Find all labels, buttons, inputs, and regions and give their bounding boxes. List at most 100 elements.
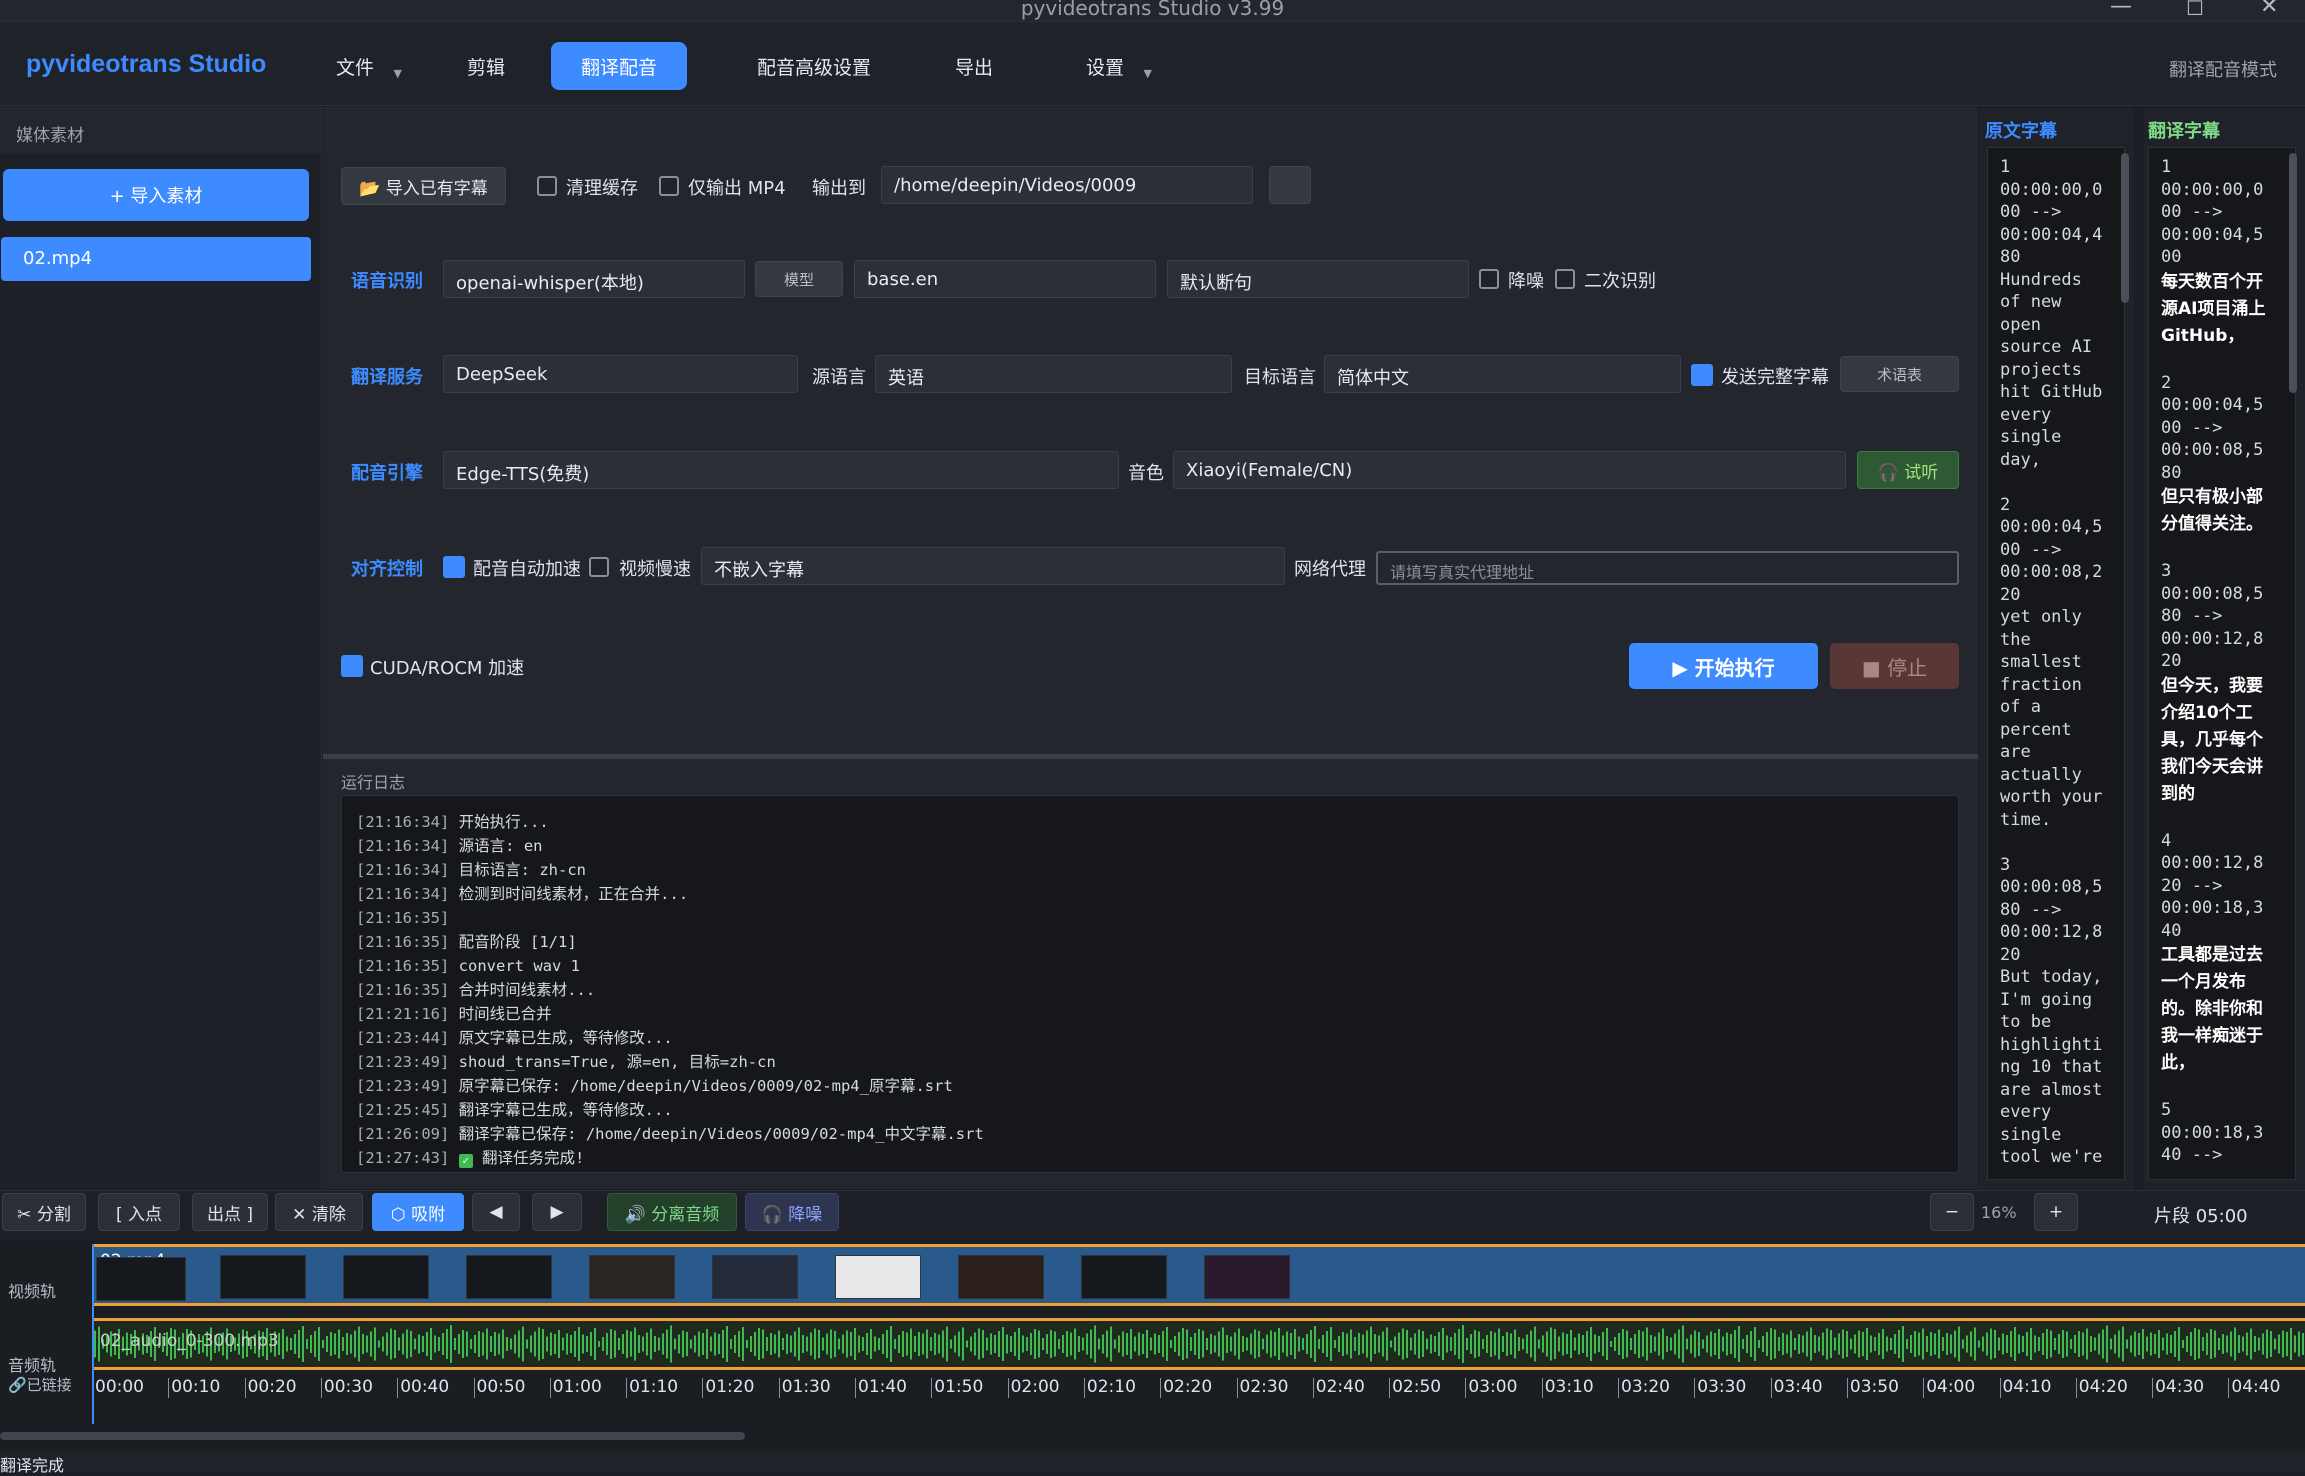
browse-output-button[interactable] <box>1269 166 1311 204</box>
tab-export[interactable]: 导出 <box>925 42 1023 90</box>
proxy-input[interactable]: 请填写真实代理地址 <box>1376 551 1959 585</box>
tab-edit[interactable]: 剪辑 <box>437 42 535 90</box>
start-button[interactable]: ▶ 开始执行 <box>1629 643 1818 689</box>
cuda-checkbox[interactable] <box>341 655 363 677</box>
source-subtitle-scrollbar[interactable] <box>2121 153 2129 303</box>
source-language-select[interactable]: 英语 <box>875 355 1232 393</box>
auto-speedup-checkbox[interactable] <box>443 556 465 578</box>
mp4-only-checkbox[interactable] <box>659 176 679 196</box>
asr-model-select[interactable]: base.en <box>854 260 1156 298</box>
subtitle-timing: 1 00:00:00,0 00 --> 00:00:04,5 00 <box>2161 156 2283 269</box>
log-message: 合并时间线素材... <box>459 981 596 999</box>
video-thumbnail <box>958 1255 1044 1299</box>
target-subtitle-scrollbar[interactable] <box>2289 153 2297 393</box>
ruler-tick: 00:10 <box>168 1378 220 1398</box>
split-mode-select[interactable]: 默认断句 <box>1167 260 1469 298</box>
log-message: 检测到时间线素材，正在合并... <box>459 885 689 903</box>
translate-service-select[interactable]: DeepSeek <box>443 355 798 393</box>
source-subtitle-editor[interactable]: 1 00:00:00,0 00 --> 00:00:04,4 80 Hundre… <box>1987 147 2125 1180</box>
source-language-label: 源语言 <box>812 363 866 389</box>
snap-button[interactable]: ⬡ 吸附 <box>372 1193 464 1231</box>
ruler-tick: 02:50 <box>1389 1378 1441 1398</box>
video-track-clip[interactable]: 02.mp4 <box>92 1244 2305 1306</box>
log-timestamp: [21:16:35] <box>356 933 449 951</box>
log-message: shoud_trans=True, 源=en, 目标=zh-cn <box>459 1053 776 1071</box>
tab-file[interactable]: 文件▼ <box>306 42 404 90</box>
import-subtitle-button[interactable]: 📂 导入已有字幕 <box>341 167 506 205</box>
send-full-subtitle-checkbox[interactable] <box>1691 364 1713 386</box>
asr-engine-select[interactable]: openai-whisper(本地) <box>443 260 745 298</box>
denoise-checkbox[interactable] <box>1479 269 1499 289</box>
media-item[interactable]: 02.mp4 <box>1 237 311 281</box>
time-ruler[interactable]: 00:0000:1000:2000:3000:4000:5001:0001:10… <box>92 1378 2305 1418</box>
in-point-button[interactable]: [ 入点 <box>98 1193 180 1231</box>
zoom-level: 16% <box>1981 1203 2017 1222</box>
clear-cache-checkbox[interactable] <box>537 176 557 196</box>
prev-icon[interactable]: ◀ <box>472 1193 520 1231</box>
ruler-tick: 01:30 <box>779 1378 831 1398</box>
log-message: convert wav 1 <box>459 957 580 975</box>
denoise-button[interactable]: 🎧 降噪 <box>745 1193 839 1231</box>
log-output: [21:16:34] 开始执行...[21:16:34] 源语言: en[21:… <box>341 795 1959 1173</box>
video-slow-checkbox[interactable] <box>589 557 609 577</box>
timeline-scrollbar[interactable] <box>0 1432 745 1440</box>
model-button[interactable]: 模型 <box>755 261 843 297</box>
tab-settings[interactable]: 设置▼ <box>1056 42 1154 90</box>
video-thumbnail <box>835 1255 921 1299</box>
maximize-icon[interactable]: ☐ <box>2186 0 2204 20</box>
tab-translate-dub[interactable]: 翻译配音 <box>551 42 687 90</box>
tts-engine-select[interactable]: Edge-TTS(免费) <box>443 451 1119 489</box>
out-point-button[interactable]: 出点 ] <box>192 1193 268 1231</box>
minimize-icon[interactable]: — <box>2110 0 2132 19</box>
ruler-tick: 04:30 <box>2152 1378 2204 1398</box>
target-subtitle-editor[interactable]: 1 00:00:00,0 00 --> 00:00:04,5 00每天数百个开 … <box>2148 147 2296 1180</box>
audio-track-clip[interactable]: 02_audio_0-300.mp3 <box>92 1318 2305 1370</box>
close-icon[interactable]: ✕ <box>2260 0 2278 19</box>
split-button[interactable]: ✂ 分割 <box>2 1193 86 1231</box>
second-recognition-checkbox[interactable] <box>1555 269 1575 289</box>
subtitle-timing: 3 00:00:08,5 80 --> 00:00:12,8 20 <box>2161 560 2283 673</box>
next-icon[interactable]: ▶ <box>532 1193 582 1231</box>
log-line: [21:16:35] 配音阶段 [1/1] <box>356 930 1944 954</box>
tab-label: 文件 <box>336 53 374 80</box>
second-recognition-label: 二次识别 <box>1584 267 1656 293</box>
log-message: 配音阶段 [1/1] <box>459 933 577 951</box>
target-language-select[interactable]: 简体中文 <box>1324 355 1681 393</box>
timeline-tracks: 视频轨 02.mp4 音频轨 🔗已链接 02_audio_0-300.mp3 0… <box>0 1240 2305 1462</box>
log-message: 源语言: en <box>459 837 543 855</box>
glossary-button[interactable]: 术语表 <box>1840 356 1959 392</box>
import-media-button[interactable]: + 导入素材 <box>3 169 309 221</box>
ruler-tick: 00:40 <box>397 1378 449 1398</box>
subtitle-timing: 5 00:00:18,3 40 --> <box>2161 1099 2283 1167</box>
log-timestamp: [21:16:34] <box>356 813 449 831</box>
app-brand: pyvideotrans Studio <box>26 50 266 79</box>
source-subtitle-panel: 原文字幕 1 00:00:00,0 00 --> 00:00:04,4 80 H… <box>1979 107 2134 1190</box>
zoom-out-button[interactable]: − <box>1930 1193 1974 1231</box>
preview-voice-button[interactable]: 🎧 试听 <box>1857 451 1959 489</box>
ruler-tick: 00:30 <box>321 1378 373 1398</box>
tab-label: 设置 <box>1086 53 1124 80</box>
auto-speedup-label: 配音自动加速 <box>473 555 581 581</box>
stop-button[interactable]: ■ 停止 <box>1830 643 1959 689</box>
subtitle-embed-select[interactable]: 不嵌入字幕 <box>701 547 1285 585</box>
linked-label[interactable]: 🔗已链接 <box>8 1374 72 1395</box>
ruler-tick: 04:20 <box>2076 1378 2128 1398</box>
log-line: [21:16:34] 源语言: en <box>356 834 1944 858</box>
playhead[interactable] <box>92 1244 94 1424</box>
video-slow-label: 视频慢速 <box>619 555 691 581</box>
zoom-in-button[interactable]: + <box>2034 1193 2078 1231</box>
tab-dub-advanced[interactable]: 配音高级设置 <box>727 42 901 90</box>
media-panel-title: 媒体素材 <box>0 107 321 153</box>
log-timestamp: [21:16:34] <box>356 837 449 855</box>
ruler-tick: 03:00 <box>1465 1378 1517 1398</box>
separate-audio-button[interactable]: 🔊 分离音频 <box>607 1193 737 1231</box>
voice-select[interactable]: Xiaoyi(Female/CN) <box>1173 451 1846 489</box>
ruler-tick: 00:20 <box>245 1378 297 1398</box>
output-path-field[interactable]: /home/deepin/Videos/0009 <box>881 166 1253 204</box>
ruler-tick: 02:00 <box>1008 1378 1060 1398</box>
mp4-only-label: 仅输出 MP4 <box>688 174 786 200</box>
clear-button[interactable]: ✕ 清除 <box>275 1193 363 1231</box>
log-line: [21:16:34] 检测到时间线素材，正在合并... <box>356 882 1944 906</box>
log-message: 时间线已合并 <box>459 1005 552 1023</box>
subtitle-text: 每天数百个开 源AI项目涌上 GitHub， <box>2161 269 2283 350</box>
